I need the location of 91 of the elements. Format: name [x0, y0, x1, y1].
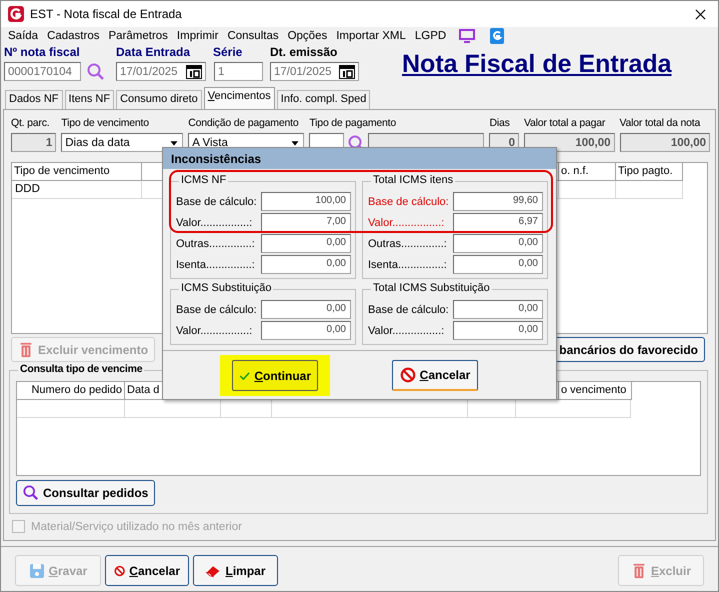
logo-icon[interactable]	[489, 28, 506, 44]
field-label: Isenta...............:	[176, 258, 256, 270]
input-field[interactable]: 17/01/2025	[270, 62, 359, 81]
field-label: Nº nota fiscal	[4, 45, 81, 60]
floppy-icon	[28, 562, 45, 578]
field-label: Valor................:	[368, 216, 446, 228]
menu-item[interactable]: LGPD	[410, 30, 452, 42]
no-entry-icon	[400, 367, 416, 383]
input-field[interactable]: 0,00	[452, 300, 543, 319]
field-label: Base de cálculo:	[176, 196, 258, 208]
cancel-button[interactable]: Cancelar	[392, 360, 478, 391]
menu-item[interactable]: Cadastros	[43, 30, 104, 42]
search-icon[interactable]	[87, 62, 105, 80]
field-label: Valor................:	[176, 216, 254, 228]
field-label: Base de cálculo:	[368, 304, 450, 316]
tab[interactable]: Dados NF	[5, 90, 63, 109]
field-label: Valor................:	[368, 324, 446, 336]
field-label: Tipo de vencimento	[61, 117, 149, 131]
dialog-title: Inconsistências	[163, 148, 556, 169]
app-logo-icon	[8, 6, 24, 22]
input-field[interactable]: 0,00	[260, 234, 351, 253]
menu-item[interactable]: Parâmetros	[104, 30, 173, 42]
tab[interactable]: Itens NF	[64, 90, 114, 109]
input-field[interactable]: 0,00	[260, 255, 351, 274]
tab[interactable]: Vencimentos	[204, 87, 275, 109]
menu-item[interactable]: Saída	[4, 30, 44, 42]
checkbox-label: Material/Serviço utilizado no mês anterior	[31, 520, 242, 532]
group-title: ICMS Substituição	[179, 282, 274, 294]
tab[interactable]: Info. compl. Sped	[276, 90, 370, 109]
clear-button[interactable]: Limpar	[193, 555, 278, 586]
group-title: Total ICMS itens	[371, 174, 456, 186]
field-label: Valor total a pagar	[524, 117, 606, 131]
group-title: ICMS NF	[179, 174, 228, 186]
monitor-icon[interactable]	[459, 28, 476, 44]
field-label: Condição de pagamento	[188, 117, 298, 131]
input-field[interactable]: 0,00	[452, 255, 543, 274]
close-icon[interactable]	[695, 8, 706, 20]
field-label: Outras..............:	[176, 238, 256, 250]
dropdown[interactable]: Dias da data	[61, 133, 184, 152]
field-label: Dias	[489, 117, 510, 131]
menu-item[interactable]: Consultas	[223, 30, 284, 42]
input-field[interactable]: 100,00	[524, 133, 614, 152]
tab[interactable]: Consumo direto	[116, 90, 202, 109]
menu-item[interactable]: Imprimir	[172, 30, 224, 42]
column-header: o vencimento	[559, 382, 632, 400]
field-label: Qt. parc.	[11, 117, 50, 131]
input-field[interactable]: 0,00	[452, 321, 543, 340]
column-header: o. n.f.	[559, 163, 616, 181]
field-label: Base de cálculo:	[176, 304, 258, 316]
field-label: Valor................:	[176, 324, 254, 336]
group-title: Total ICMS Substituição	[371, 282, 492, 294]
trash-icon	[18, 342, 34, 358]
search-orders-button[interactable]: Consultar pedidos	[16, 480, 156, 506]
menu-item[interactable]: Opções	[284, 30, 332, 42]
continue-button[interactable]: Continuar	[232, 360, 318, 391]
column-header: Numero do pedido	[17, 382, 125, 400]
trash-icon	[630, 562, 647, 578]
input-field[interactable]: 1	[11, 133, 56, 152]
input-field[interactable]: 99,60	[452, 192, 543, 211]
window-title: EST - Nota fiscal de Entrada	[30, 7, 182, 21]
field-label: Série	[213, 45, 244, 60]
field-label: Isenta...............:	[368, 258, 448, 270]
input-field[interactable]: 1	[214, 62, 263, 81]
field-label: Base de cálculo:	[368, 196, 450, 208]
column-header: Tipo de vencimento	[12, 163, 142, 181]
input-field[interactable]: 0,00	[260, 321, 351, 340]
column-header: Tipo pagto.	[616, 163, 683, 181]
input-field[interactable]: 0000170104	[4, 62, 81, 81]
table-cell	[559, 181, 616, 199]
input-field[interactable]: 100,00	[260, 192, 351, 211]
field-label: Dt. emissão	[270, 45, 338, 60]
page-title: Nota Fiscal de Entrada	[402, 50, 672, 79]
input-field[interactable]: 17/01/2025	[116, 62, 206, 81]
table-cell	[616, 181, 683, 199]
calendar-icon[interactable]	[186, 64, 202, 78]
field-label: Tipo de pagamento	[309, 117, 396, 131]
input-field[interactable]: 0,00	[452, 234, 543, 253]
calendar-icon[interactable]	[339, 64, 355, 78]
field-label: Data Entrada	[116, 45, 192, 60]
column-header: Data d	[125, 382, 164, 400]
cancel-button[interactable]: Cancelar	[105, 555, 189, 586]
input-field[interactable]: 6,97	[452, 213, 543, 232]
input-field[interactable]: 7,00	[260, 213, 351, 232]
group-title: Consulta tipo de vencime	[18, 363, 144, 375]
input-field[interactable]: 0,00	[260, 300, 351, 319]
input-field[interactable]: 100,00	[620, 133, 710, 152]
table-cell: DDD	[12, 181, 142, 199]
search-icon	[23, 485, 39, 501]
field-label: Outras..............:	[368, 238, 448, 250]
menu-item[interactable]: Importar XML	[332, 30, 411, 42]
field-label: Valor total da nota	[620, 117, 700, 131]
